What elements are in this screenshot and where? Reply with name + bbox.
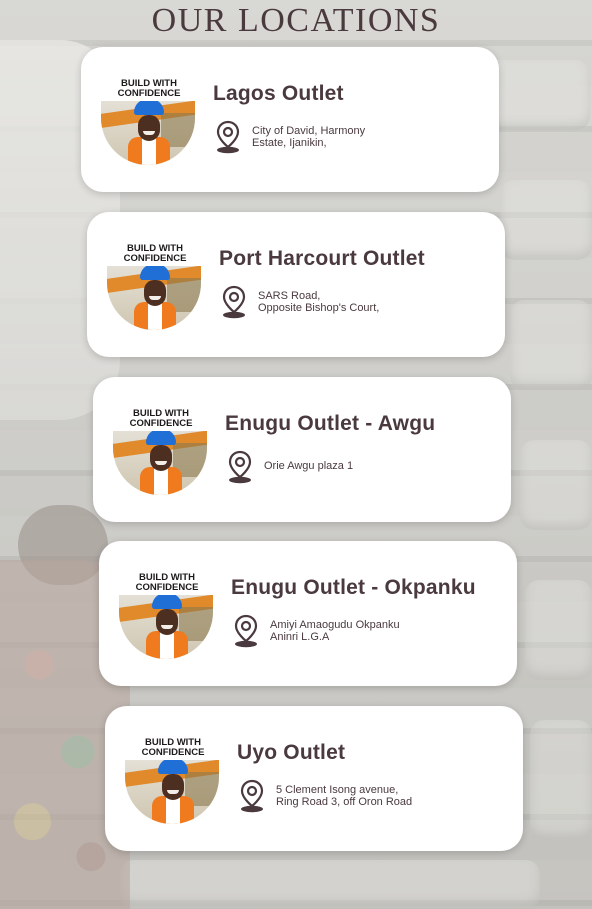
badge-line: CONFIDENCE	[117, 88, 181, 99]
location-name: Enugu Outlet - Awgu	[225, 412, 436, 435]
location-address: City of David, Harmony Estate, Ijanikin,	[252, 125, 462, 149]
map-pin-icon	[216, 120, 240, 154]
location-address: 5 Clement Isong avenue, Ring Road 3, off…	[276, 784, 486, 808]
location-name: Port Harcourt Outlet	[219, 247, 425, 270]
location-name: Enugu Outlet - Okpanku	[231, 576, 476, 599]
brand-badge: BUILD WITH CONFIDENCE	[109, 244, 201, 264]
location-name: Uyo Outlet	[237, 741, 346, 764]
brand-badge: BUILD WITH CONFIDENCE	[103, 79, 195, 99]
location-address: SARS Road, Opposite Bishop's Court,	[258, 290, 468, 314]
address-line: Ring Road 3, off Oron Road	[276, 796, 413, 808]
address-line: Orie Awgu plaza 1	[264, 460, 354, 472]
address-line: 5 Clement Isong avenue,	[276, 784, 399, 796]
badge-line: CONFIDENCE	[141, 747, 205, 758]
map-pin-icon	[222, 285, 246, 319]
worker-photo	[125, 760, 219, 824]
location-address: Amiyi Amaogudu Okpanku Aninri L.G.A	[270, 619, 480, 643]
map-pin-icon	[234, 614, 258, 648]
map-pin-icon	[240, 779, 264, 813]
address-line: Amiyi Amaogudu Okpanku	[270, 619, 400, 631]
location-name: Lagos Outlet	[213, 82, 344, 105]
address-line: City of David, Harmony	[252, 125, 366, 137]
address-line: SARS Road,	[258, 290, 321, 302]
page-title: OUR LOCATIONS	[151, 2, 441, 39]
worker-photo	[113, 431, 207, 495]
brand-badge: BUILD WITH CONFIDENCE	[127, 738, 219, 758]
location-card-uyo[interactable]: BUILD WITH CONFIDENCE Uyo Outlet 5 Cleme…	[105, 706, 523, 851]
location-card-enugu-awgu[interactable]: BUILD WITH CONFIDENCE Enugu Outlet - Awg…	[93, 377, 511, 522]
location-card-lagos[interactable]: BUILD WITH CONFIDENCE Lagos Outlet City …	[81, 47, 499, 192]
badge-line: CONFIDENCE	[135, 582, 199, 593]
worker-photo	[119, 595, 213, 659]
location-address: Orie Awgu plaza 1	[264, 460, 474, 472]
location-card-port-harcourt[interactable]: BUILD WITH CONFIDENCE Port Harcourt Outl…	[87, 212, 505, 357]
worker-photo	[107, 266, 201, 330]
address-line: Aninri L.G.A	[270, 631, 330, 643]
location-card-enugu-okpanku[interactable]: BUILD WITH CONFIDENCE Enugu Outlet - Okp…	[99, 541, 517, 686]
address-line: Estate, Ijanikin,	[252, 137, 327, 149]
worker-photo	[101, 101, 195, 165]
badge-line: CONFIDENCE	[123, 253, 187, 264]
map-pin-icon	[228, 450, 252, 484]
address-line: Opposite Bishop's Court,	[258, 302, 380, 314]
badge-line: CONFIDENCE	[129, 418, 193, 429]
brand-badge: BUILD WITH CONFIDENCE	[121, 573, 213, 593]
brand-badge: BUILD WITH CONFIDENCE	[115, 409, 207, 429]
